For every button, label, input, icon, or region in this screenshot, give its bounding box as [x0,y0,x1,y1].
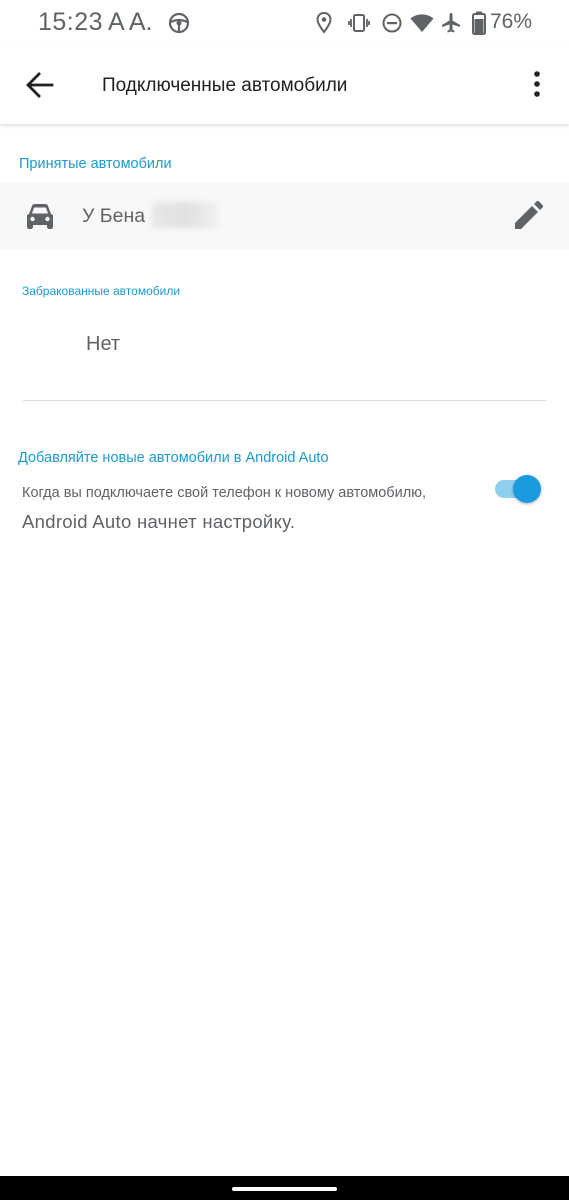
rejected-empty-text: Нет [86,333,121,355]
toggle-thumb [513,475,541,503]
divider [23,400,546,401]
wifi-icon [410,14,434,32]
add-new-description-line2: Android Auto начнет настройку. [22,511,296,532]
more-vert-icon[interactable] [526,70,548,100]
rejected-cars-header: Забракованные автомобили [22,284,181,298]
status-notification-text: A A. [108,8,153,36]
do-not-disturb-icon [382,13,402,33]
redacted-text-blur [152,202,218,228]
edit-icon[interactable] [513,201,543,231]
battery-percent: 76% [490,10,533,33]
home-gesture-handle[interactable] [232,1187,337,1191]
airplane-icon [442,13,460,33]
add-new-cars-header: Добавляйте новые автомобили в Android Au… [18,450,329,466]
accepted-car-row[interactable]: У Бена [0,182,569,250]
location-icon [316,12,332,34]
vibrate-icon [348,14,370,32]
system-nav-bar [0,1176,569,1200]
steering-wheel-icon [168,12,190,34]
status-time: 15:23 [38,8,104,36]
add-new-cars-toggle[interactable] [493,475,541,503]
arrow-back-icon[interactable] [25,71,55,99]
car-name: У Бена [82,205,146,227]
accepted-cars-header: Принятые автомобили [19,156,172,172]
page-title: Подключенные автомобили [102,75,348,96]
battery-icon [472,11,486,35]
app-bar: Подключенные автомобили [0,46,569,124]
car-icon [27,204,53,229]
add-new-description-line1: Когда вы подключаете свой телефон к ново… [22,485,427,501]
status-bar: 15:23 A A. 76% [0,0,569,46]
